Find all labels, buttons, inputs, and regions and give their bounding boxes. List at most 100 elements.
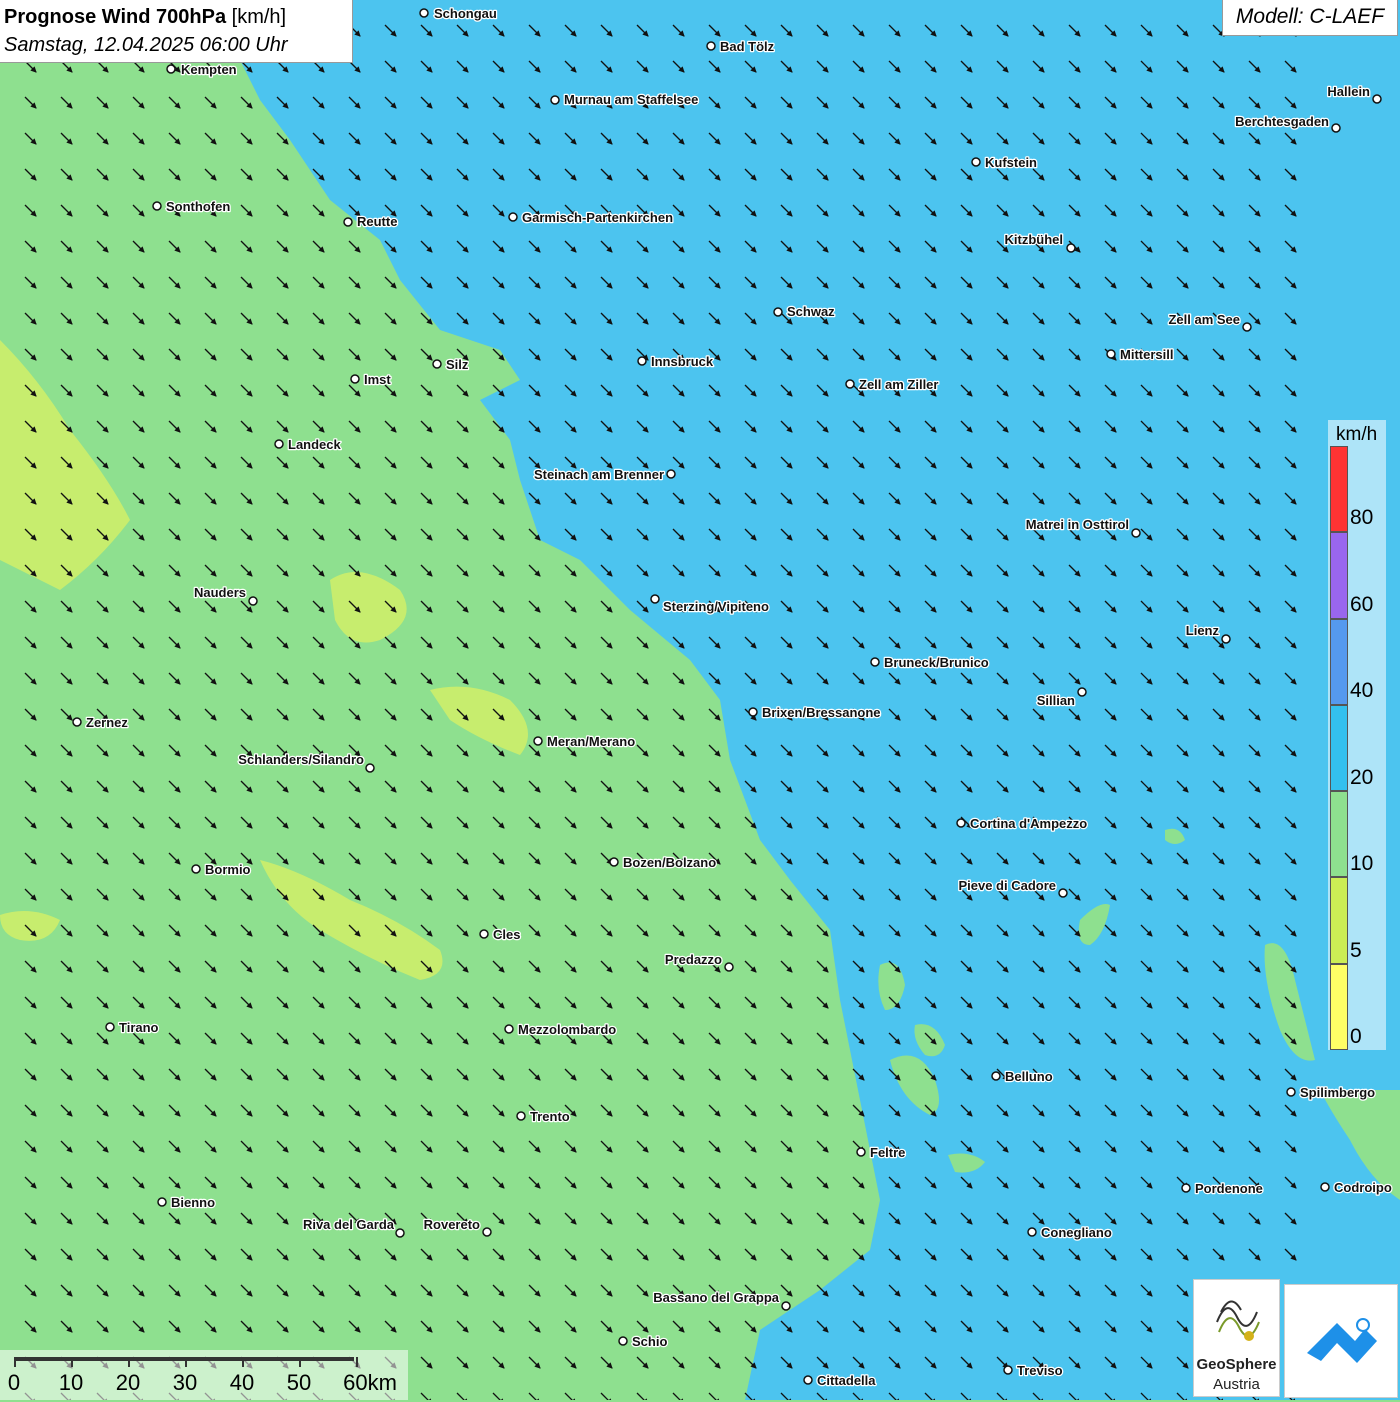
legend-swatch xyxy=(1330,704,1348,792)
city-label: Belluno xyxy=(1005,1069,1053,1084)
city-label: Predazzo xyxy=(665,952,722,967)
scale-label: 10 xyxy=(58,1370,84,1395)
legend-label: 40 xyxy=(1350,679,1374,702)
geosphere-name: GeoSphere xyxy=(1196,1356,1277,1373)
geosphere-logo-icon xyxy=(1216,1300,1260,1341)
city-marker xyxy=(748,707,758,717)
city-label: Feltre xyxy=(870,1145,905,1160)
city-label: Garmisch-Partenkirchen xyxy=(522,210,673,225)
city-marker xyxy=(343,217,353,227)
city-marker xyxy=(152,201,162,211)
city-marker xyxy=(803,1375,813,1385)
city-marker xyxy=(856,1147,866,1157)
city-label: Steinach am Brenner xyxy=(534,467,664,482)
scale-tick xyxy=(128,1357,130,1367)
city-marker xyxy=(350,374,360,384)
city-label: Treviso xyxy=(1017,1363,1063,1378)
city-marker xyxy=(1242,322,1252,332)
city-marker xyxy=(609,857,619,867)
city-label: Cles xyxy=(493,927,520,942)
city-marker xyxy=(618,1336,628,1346)
city-marker xyxy=(395,1228,405,1238)
city-label: Nauders xyxy=(194,585,246,600)
city-label: Rovereto xyxy=(424,1217,480,1232)
legend-swatch xyxy=(1330,877,1348,964)
city-marker xyxy=(479,929,489,939)
city-label: Riva del Garda xyxy=(303,1217,395,1232)
city-marker xyxy=(1003,1365,1013,1375)
city-label: Tirano xyxy=(119,1020,159,1035)
city-marker xyxy=(706,41,716,51)
city-marker xyxy=(482,1227,492,1237)
city-label: Matrei in Osttirol xyxy=(1026,517,1129,532)
city-marker xyxy=(1106,349,1116,359)
city-marker xyxy=(1181,1183,1191,1193)
city-label: Pordenone xyxy=(1195,1181,1263,1196)
city-label: Mezzolombardo xyxy=(518,1022,616,1037)
legend-label: 0 xyxy=(1350,1025,1362,1048)
city-label: Hallein xyxy=(1327,84,1370,99)
city-label: Silz xyxy=(446,357,469,372)
city-label: Zell am See xyxy=(1168,312,1240,327)
legend-label: 10 xyxy=(1350,852,1374,875)
city-label: Zernez xyxy=(86,715,128,730)
title-unit: [km/h] xyxy=(226,6,287,28)
city-marker xyxy=(724,962,734,972)
city-marker xyxy=(550,95,560,105)
city-label: Zell am Ziller xyxy=(859,377,938,392)
city-label: Codroipo xyxy=(1334,1180,1392,1195)
model-label: Modell: C-LAEF xyxy=(1222,0,1398,36)
city-label: Bormio xyxy=(205,862,251,877)
scale-label: 20 xyxy=(115,1370,141,1395)
wind-map: Schongau Bad Tölz Kempten Murnau am Staffel… xyxy=(0,0,1400,1400)
app-logo[interactable] xyxy=(1284,1284,1398,1398)
legend-label: 5 xyxy=(1350,938,1362,962)
city-marker xyxy=(773,307,783,317)
city-marker xyxy=(248,596,258,606)
city-label: Schwaz xyxy=(787,304,835,319)
city-label: Brixen/Bressanone xyxy=(762,705,881,720)
legend-swatch xyxy=(1330,963,1348,1050)
city-marker xyxy=(105,1022,115,1032)
legend-swatch xyxy=(1330,791,1348,878)
legend-swatch xyxy=(1330,532,1348,619)
scale-label: 40 xyxy=(229,1370,255,1395)
city-marker xyxy=(516,1111,526,1121)
map-title: Prognose Wind 700hPa [km/h] Samstag, 12.… xyxy=(0,0,353,63)
city-label: Pieve di Cadore xyxy=(958,878,1056,893)
city-marker xyxy=(504,1024,514,1034)
city-label: Murnau am Staffelsee xyxy=(564,92,698,107)
city-marker xyxy=(650,594,660,604)
scale-tick xyxy=(356,1357,358,1367)
scale-tick xyxy=(185,1357,187,1367)
city-label: Meran/Merano xyxy=(547,734,635,749)
city-label: Trento xyxy=(530,1109,570,1124)
city-label: Cittadella xyxy=(817,1373,876,1388)
city-marker xyxy=(1320,1182,1330,1192)
city-label: Berchtesgaden xyxy=(1235,114,1329,129)
scale-tick xyxy=(14,1357,16,1367)
city-label: Innsbruck xyxy=(651,354,714,369)
city-marker xyxy=(1131,528,1141,538)
city-marker xyxy=(533,736,543,746)
city-marker xyxy=(419,8,429,18)
city-marker xyxy=(432,359,442,369)
city-marker xyxy=(1331,123,1341,133)
city-marker xyxy=(191,864,201,874)
city-label: Lienz xyxy=(1186,623,1220,638)
city-marker xyxy=(1372,94,1382,104)
city-label: Sterzing/Vipiteno xyxy=(663,599,769,614)
city-label: Schio xyxy=(632,1334,667,1349)
geosphere-logo[interactable]: GeoSphere Austria xyxy=(1193,1279,1280,1397)
city-marker xyxy=(971,157,981,167)
city-label: Landeck xyxy=(288,437,342,452)
city-label: Imst xyxy=(364,372,391,387)
legend-swatch xyxy=(1330,618,1348,705)
city-label: Kempten xyxy=(181,62,237,77)
city-label: Mittersill xyxy=(1120,347,1173,362)
city-label: Bozen/Bolzano xyxy=(623,855,716,870)
city-marker xyxy=(274,439,284,449)
city-label: Bassano del Grappa xyxy=(653,1290,779,1305)
city-label: Kitzbühel xyxy=(1005,232,1064,247)
city-label: Spilimbergo xyxy=(1300,1085,1375,1100)
